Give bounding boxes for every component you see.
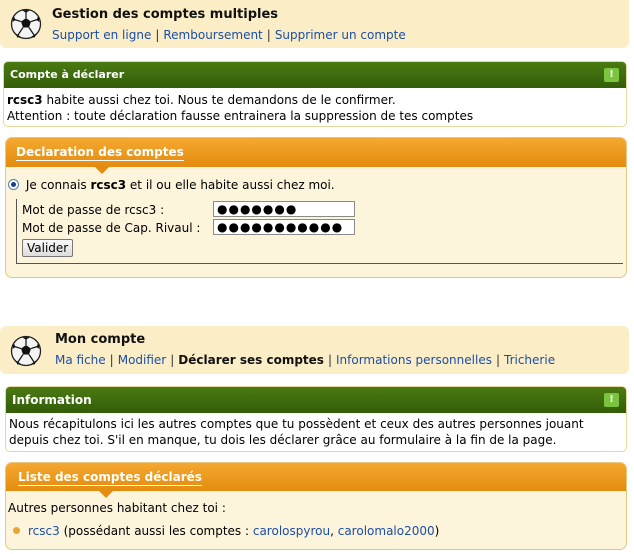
info-line1: Nous récapitulons ici les autres comptes… [9, 417, 584, 431]
declared-list-intro: Autres personnes habitant chez toi : [8, 501, 226, 515]
submit-button[interactable]: Valider [22, 239, 74, 257]
current-page-label: Déclarer ses comptes [178, 353, 324, 367]
pointer-arrow-icon [98, 490, 114, 498]
declared-user-link[interactable]: rcsc3 [28, 524, 60, 538]
multi-accounts-header: Gestion des comptes multiples Support en… [0, 0, 629, 48]
declaration-title: Declaration des comptes [16, 145, 184, 161]
multi-accounts-nav: Support en ligne | Remboursement | Supprimer… [52, 28, 406, 42]
declaration-title-bar: Declaration des comptes [6, 138, 626, 174]
cheating-link[interactable]: Tricherie [504, 353, 555, 367]
pw2-input[interactable]: ●●●●●●●●●●● [213, 219, 355, 235]
account-to-declare-title: Compte à déclarer ! [4, 62, 626, 88]
declared-list-title-bar: Liste des comptes déclarés [6, 463, 626, 498]
soccer-ball-icon [10, 335, 42, 367]
account-link-carolospyrou[interactable]: carolospyrou [253, 524, 330, 538]
declare-warning-line: Attention : toute déclaration fausse ent… [7, 109, 474, 123]
confirm-radio[interactable] [8, 179, 19, 190]
pw1-input[interactable]: ●●●●●●● [213, 201, 355, 217]
list-item: rcsc3 (possédant aussi les comptes : car… [13, 524, 439, 538]
personal-info-link[interactable]: Informations personnelles [336, 353, 492, 367]
declared-list-box: Liste des comptes déclarés Autres person… [5, 462, 627, 550]
information-box: Information ! Nous récapitulons ici les … [5, 386, 627, 452]
account-to-declare-body: rcsc3 habite aussi chez toi. Nous te dem… [4, 88, 626, 126]
refund-link[interactable]: Remboursement [163, 28, 262, 42]
pointer-arrow-icon [94, 166, 110, 174]
pw2-label: Mot de passe de Cap. Rivaul : [22, 221, 201, 235]
declared-username: rcsc3 [7, 93, 43, 107]
info-line2: depuis chez toi. S'il en manque, tu dois… [9, 433, 557, 447]
declaration-box: Declaration des comptes Je connais rcsc3… [5, 137, 627, 278]
exclamation-icon: ! [604, 68, 619, 82]
bullet-icon [13, 527, 20, 534]
exclamation-icon: ! [604, 393, 619, 407]
support-link[interactable]: Support en ligne [52, 28, 151, 42]
multi-accounts-title: Gestion des comptes multiples [52, 7, 279, 22]
declared-list-title: Liste des comptes déclarés [18, 470, 202, 486]
delete-account-link[interactable]: Supprimer un compte [275, 28, 406, 42]
my-account-nav: Ma fiche | Modifier | Déclarer ses comptes | I… [55, 353, 556, 367]
information-body: Nous récapitulons ici les autres comptes… [6, 413, 626, 451]
radio-username: rcsc3 [90, 178, 127, 192]
edit-link[interactable]: Modifier [118, 353, 167, 367]
information-title: Information ! [6, 387, 626, 413]
account-link-carolomalo2000[interactable]: carolomalo2000 [338, 524, 435, 538]
declare-message-line1: rcsc3 habite aussi chez toi. Nous te dem… [7, 93, 396, 107]
my-profile-link[interactable]: Ma fiche [55, 353, 106, 367]
soccer-ball-icon [10, 8, 42, 40]
my-account-header: Mon compte Ma fiche | Modifier | Déclarer se… [0, 326, 629, 374]
confirm-radio-row: Je connais rcsc3 et il ou elle habite au… [8, 178, 335, 192]
pw1-label: Mot de passe de rcsc3 : [22, 203, 165, 217]
my-account-title: Mon compte [55, 332, 146, 347]
account-to-declare-box: Compte à déclarer ! rcsc3 habite aussi c… [3, 61, 627, 127]
